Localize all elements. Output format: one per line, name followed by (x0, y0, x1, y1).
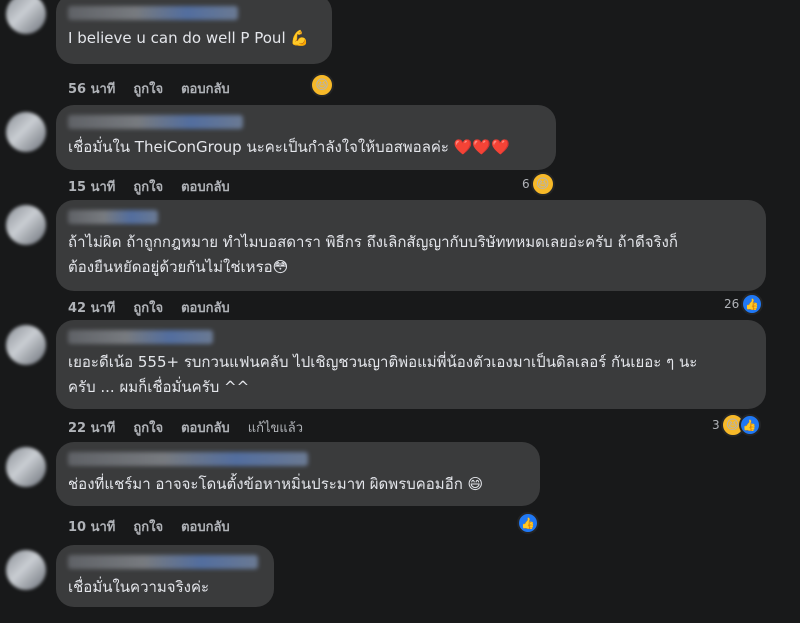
comment-bubble: I believe u can do well P Poul 💪 (56, 0, 332, 64)
comment-actions: 42 นาที ถูกใจ ตอบกลับ (68, 297, 230, 318)
reply-button[interactable]: ตอบกลับ (181, 176, 230, 197)
like-icon: 👍 (741, 293, 764, 315)
timestamp[interactable]: 15 นาที (68, 176, 115, 197)
comment-bubble: ถ้าไม่ผิด ถ้าถูกกฎหมาย ทำไมบอสดารา พิธีก… (56, 200, 766, 291)
timestamp[interactable]: 22 นาที (68, 417, 115, 438)
avatar[interactable] (6, 205, 46, 245)
avatar[interactable] (6, 550, 46, 590)
reaction-summary[interactable]: 6 😆 (522, 172, 555, 196)
reaction-summary[interactable]: 👍 (517, 512, 539, 534)
comment-bubble: ช่องที่แชร์มา อาจจะโดนตั้งข้อหาหมิ่นประม… (56, 442, 540, 506)
comment-text: เยอะดีเน้อ 555+ รบกวนแฟนคลับ ไปเชิญชวนญา… (68, 353, 698, 396)
like-button[interactable]: ถูกใจ (133, 297, 163, 318)
reaction-summary[interactable]: 😆 (310, 73, 334, 97)
comment-text: เชื่อมั่นในความจริงค่ะ (68, 578, 210, 596)
author-name-blurred[interactable] (68, 555, 258, 569)
timestamp[interactable]: 56 นาที (68, 78, 115, 99)
timestamp[interactable]: 10 นาที (68, 516, 115, 537)
avatar[interactable] (6, 112, 46, 152)
haha-icon: 😆 (530, 172, 555, 196)
author-name-blurred[interactable] (68, 6, 238, 20)
author-name-blurred[interactable] (68, 210, 158, 224)
author-name-blurred[interactable] (68, 452, 308, 466)
comment-text: ถ้าไม่ผิด ถ้าถูกกฎหมาย ทำไมบอสดารา พิธีก… (68, 233, 678, 276)
like-icon: 👍 (517, 512, 539, 534)
reply-button[interactable]: ตอบกลับ (181, 417, 230, 438)
haha-icon: 😆 (310, 73, 334, 97)
comment-bubble: เชื่อมั่นในความจริงค่ะ (56, 545, 274, 607)
reaction-count: 3 (712, 418, 720, 432)
comment-actions: 56 นาที ถูกใจ ตอบกลับ (68, 78, 230, 99)
comment-text: เชื่อมั่นใน TheiConGroup นะคะเป็นกำลังใจ… (68, 138, 510, 156)
comment-actions: 10 นาที ถูกใจ ตอบกลับ (68, 516, 230, 537)
like-button[interactable]: ถูกใจ (133, 417, 163, 438)
avatar[interactable] (6, 325, 46, 365)
like-button[interactable]: ถูกใจ (133, 176, 163, 197)
avatar[interactable] (6, 0, 46, 34)
author-name-blurred[interactable] (68, 330, 213, 344)
reply-button[interactable]: ตอบกลับ (181, 297, 230, 318)
edited-label: แก้ไขแล้ว (247, 421, 304, 436)
reaction-summary[interactable]: 26 👍 (724, 293, 764, 315)
reaction-count: 26 (724, 297, 740, 311)
timestamp[interactable]: 42 นาที (68, 297, 115, 318)
reply-button[interactable]: ตอบกลับ (181, 516, 230, 537)
comment-actions: 15 นาที ถูกใจ ตอบกลับ (68, 176, 230, 197)
reaction-summary[interactable]: 3 😆 👍 (712, 413, 761, 437)
like-button[interactable]: ถูกใจ (133, 78, 163, 99)
comment-text: ช่องที่แชร์มา อาจจะโดนตั้งข้อหาหมิ่นประม… (68, 475, 484, 493)
comment-bubble: เยอะดีเน้อ 555+ รบกวนแฟนคลับ ไปเชิญชวนญา… (56, 320, 766, 409)
comment-actions: 22 นาที ถูกใจ ตอบกลับ แก้ไขแล้ว (68, 417, 303, 438)
like-icon: 👍 (738, 414, 761, 436)
reaction-count: 6 (522, 177, 530, 191)
author-name-blurred[interactable] (68, 115, 243, 129)
like-button[interactable]: ถูกใจ (133, 516, 163, 537)
reply-button[interactable]: ตอบกลับ (181, 78, 230, 99)
comment-bubble: เชื่อมั่นใน TheiConGroup นะคะเป็นกำลังใจ… (56, 105, 556, 170)
comment-text: I believe u can do well P Poul 💪 (68, 29, 310, 47)
avatar[interactable] (6, 447, 46, 487)
